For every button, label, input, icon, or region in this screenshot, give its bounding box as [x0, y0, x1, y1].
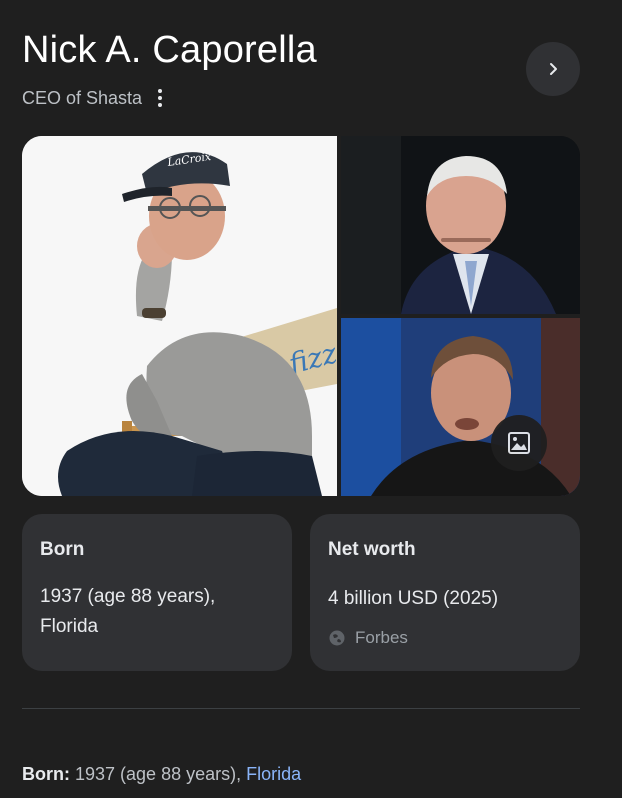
- source-label: Forbes: [355, 628, 408, 647]
- born-value-line1: 1937 (age 88 years),: [40, 586, 216, 607]
- born-value-line2: Florida: [40, 616, 99, 637]
- net-worth-value: 4 billion USD (2025): [328, 588, 499, 609]
- born-fact-label: Born:: [22, 764, 70, 784]
- net-worth-label: Net worth: [328, 539, 416, 560]
- florida-link[interactable]: Florida: [246, 764, 301, 784]
- knowledge-panel-title: Nick A. Caporella: [22, 29, 317, 71]
- source-row: Forbes: [328, 628, 562, 648]
- next-button[interactable]: [526, 42, 580, 96]
- main-photo[interactable]: fizz LaCroix: [22, 136, 337, 496]
- divider: [22, 708, 580, 709]
- born-fact-text: 1937 (age 88 years),: [70, 764, 247, 784]
- net-worth-card[interactable]: Net worth 4 billion USD (2025) Forbes: [310, 514, 580, 671]
- born-label: Born: [40, 539, 85, 560]
- born-fact-row: Born: 1937 (age 88 years), Florida: [22, 763, 301, 785]
- chevron-right-icon: [550, 63, 557, 75]
- born-value: 1937 (age 88 years), Florida: [40, 582, 274, 642]
- more-options-icon[interactable]: [152, 87, 168, 109]
- globe-icon: [329, 630, 345, 646]
- subtitle-row: CEO of Shasta: [22, 86, 168, 110]
- view-images-button[interactable]: [491, 415, 547, 471]
- subtitle-text: CEO of Shasta: [22, 88, 143, 108]
- photo-top-right[interactable]: [341, 136, 580, 314]
- born-card[interactable]: Born 1937 (age 88 years), Florida: [22, 514, 292, 671]
- photo-bottom-right[interactable]: [341, 318, 580, 496]
- image-icon: [508, 432, 530, 454]
